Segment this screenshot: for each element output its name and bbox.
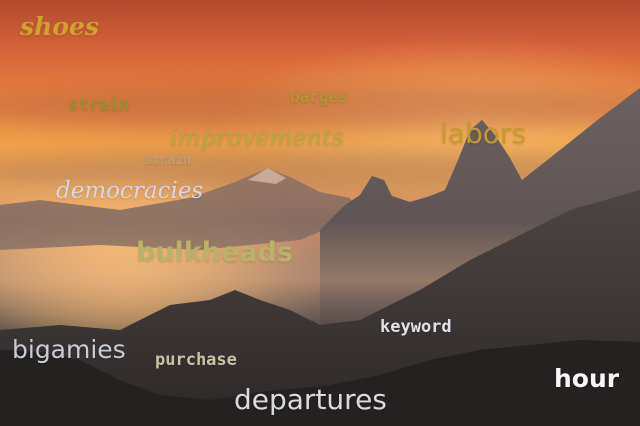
word-strain: strain <box>144 153 191 168</box>
word-barges: barges <box>290 87 348 106</box>
word-labors: labors <box>440 117 526 150</box>
word-democracies: democracies <box>56 178 204 204</box>
word-departures: departures <box>234 383 387 416</box>
word-shoes: shoes <box>20 12 99 41</box>
word-bulkheads: bulkheads <box>136 237 293 268</box>
word-improvements: improvements <box>170 123 344 151</box>
word-bigamies: bigamies <box>12 335 126 364</box>
word-keyword: keyword <box>380 317 452 337</box>
word-strain: strain <box>68 95 130 115</box>
word-purchase: purchase <box>155 350 237 370</box>
word-hour: hour <box>554 364 620 393</box>
photo-scene: shoes strain barges improvements labors … <box>0 0 640 426</box>
